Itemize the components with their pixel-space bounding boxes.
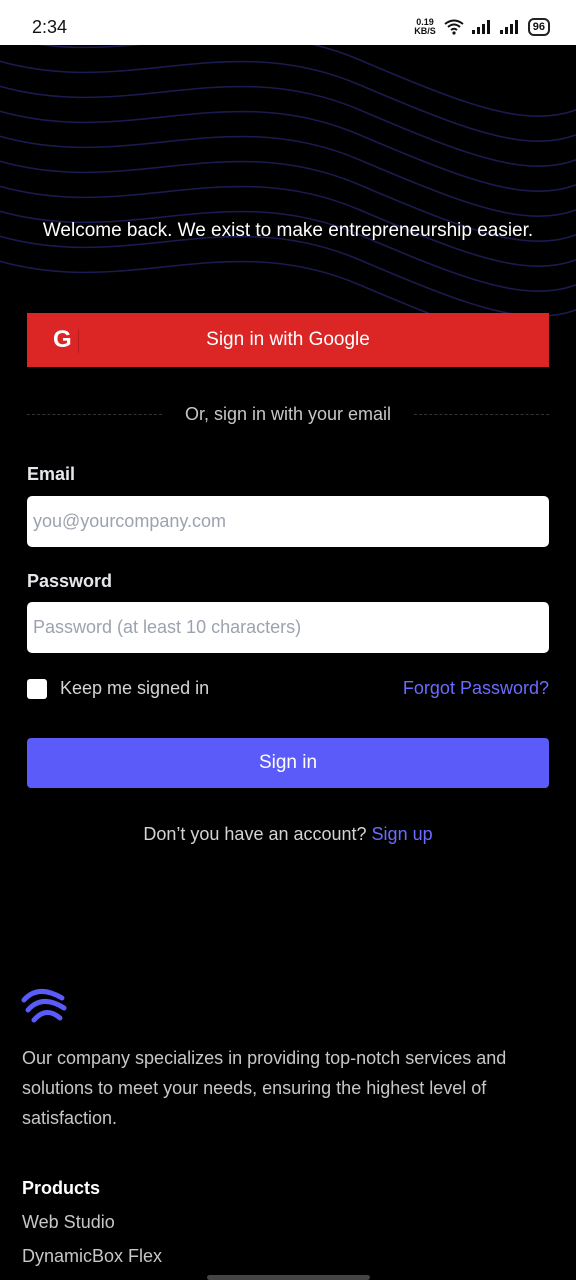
company-description: Our company specializes in providing top… [22,1048,507,1128]
network-speed: 0.19 KB/S [414,18,436,36]
sign-in-button-label: Sign in [258,752,318,773]
home-indicator [207,1275,370,1280]
wifi-icon [444,19,464,35]
forgot-password-link[interactable]: Forgot Password? [403,678,549,699]
signal-icon [471,20,490,34]
sign-in-button[interactable]: Sign in [27,738,549,788]
sign-up-link[interactable]: Sign up [372,824,433,844]
email-field[interactable] [27,496,549,547]
email-label: Email [27,464,76,484]
product-link-dynamicbox-flex[interactable]: DynamicBox Flex [22,1246,162,1267]
keep-signed-in-checkbox[interactable] [27,679,47,699]
product-link-web-studio[interactable]: Web Studio [22,1212,115,1233]
signup-prompt-row: Don’t you have an account? Sign up [0,824,576,845]
wave-background [0,45,576,320]
status-icons: 0.19 KB/S 96 [414,18,550,36]
divider-line [414,414,549,415]
products-heading: Products [22,1178,101,1198]
google-signin-button[interactable]: G Sign in with Google [27,313,549,367]
keep-signed-in-label[interactable]: Keep me signed in [60,678,209,699]
network-speed-unit: KB/S [414,26,436,36]
signup-prompt: Don’t you have an account? [143,824,367,844]
google-signin-label: Sign in with Google [206,329,370,350]
signal-icon [499,20,518,34]
status-time: 2:34 [32,17,68,37]
status-bar: 2:34 0.19 KB/S 96 [0,0,576,45]
password-field[interactable] [27,602,549,653]
google-icon: G [53,327,79,353]
email-divider: Or, sign in with your email [27,402,549,426]
battery-icon: 96 [527,18,550,36]
company-logo-icon [21,989,67,1023]
password-label: Password [27,571,113,591]
welcome-text: Welcome back. We exist to make entrepren… [42,220,534,241]
